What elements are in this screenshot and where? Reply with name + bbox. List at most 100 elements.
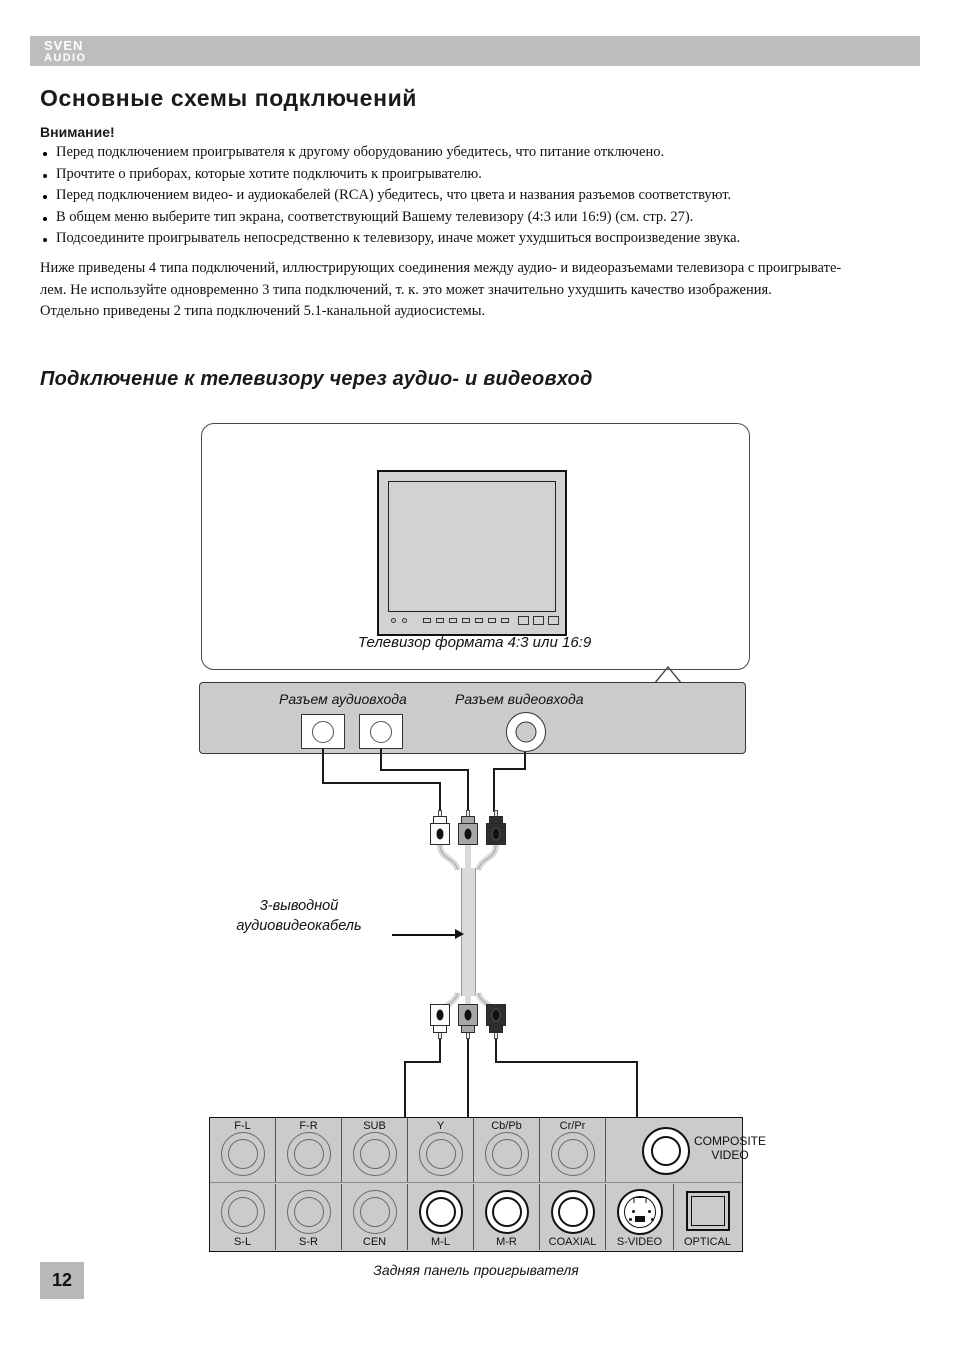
list-item: В общем меню выберите тип экрана, соотве… [40, 207, 920, 229]
rear-jack-optical [685, 1191, 730, 1231]
rear-jack-crpr [550, 1132, 595, 1176]
jack-inner-ring [651, 1136, 681, 1166]
rear-jack-cell-y: Y [408, 1118, 474, 1182]
rear-jack-cell-optical: OPTICAL [674, 1184, 741, 1250]
jack-inner-ring [491, 1197, 522, 1227]
wire-ml-v1 [439, 1039, 442, 1063]
plug-body [486, 823, 506, 845]
plug-body [458, 1004, 478, 1026]
rear-jack-label: COAXIAL [548, 1236, 597, 1248]
wire-video-v2 [493, 768, 496, 812]
wire-ml-h1 [404, 1061, 441, 1064]
tv-button [488, 618, 496, 623]
tv-indicator-dot [391, 618, 396, 623]
rear-jack-cell-sub: SUB [342, 1118, 408, 1182]
tv-button [436, 618, 444, 623]
plug-grip [489, 1025, 503, 1033]
rear-jack-label: SUB [363, 1120, 386, 1132]
list-item: Перед подключением проигрывателя к друго… [40, 142, 920, 164]
rear-jack-label: F-L [234, 1120, 251, 1132]
tv-button-large [518, 616, 529, 625]
svideo-key [634, 1216, 645, 1222]
plug-grip [461, 1025, 475, 1033]
rear-jack-cell-ml: M-L [408, 1184, 474, 1250]
rca-plug-black-top [486, 810, 506, 846]
rear-jack-cell-fr: F-R [276, 1118, 342, 1182]
player-rear-panel: F-L F-R SUB Y Cb/Pb Cr/Pr COMPOSITE VIDE… [209, 1117, 766, 1252]
section-heading: Подключение к телевизору через аудио- и … [40, 368, 593, 390]
composite-video-label: COMPOSITE VIDEO [694, 1134, 766, 1162]
tv-caption: Телевизор формата 4:3 или 16:9 [357, 634, 592, 651]
video-input-label: Разъем видеовхода [455, 691, 584, 707]
wire-audio-left-v1 [322, 749, 325, 784]
svideo-notch [633, 1197, 646, 1203]
wire-audio-left-v2 [439, 782, 442, 812]
rear-jack-cell-crpr: Cr/Pr [540, 1118, 606, 1182]
logo-line-1: SVEN [44, 38, 84, 53]
rear-jack-label: CEN [362, 1236, 387, 1248]
rear-jack-cell-mr: M-R [474, 1184, 540, 1250]
rear-jack-sr [286, 1190, 331, 1234]
rear-jack-cell-cen: CEN [342, 1184, 408, 1250]
plug-body [486, 1004, 506, 1026]
rear-jack-cell-composite: COMPOSITE VIDEO [606, 1118, 766, 1182]
header-bar [30, 36, 920, 66]
rear-jack-cell-coaxial: COAXIAL [540, 1184, 606, 1250]
svideo-pin [650, 1218, 654, 1222]
tv-audio-jack-right [359, 714, 403, 749]
rca-plug-black-bottom [486, 1003, 506, 1039]
wire-audio-right-v2 [467, 769, 470, 812]
warning-list: Перед подключением проигрывателя к друго… [40, 142, 920, 250]
rear-jack-label: S-VIDEO [616, 1236, 663, 1248]
rear-jack-coaxial [550, 1190, 595, 1234]
composite-label-line-2: VIDEO [711, 1148, 749, 1162]
jack-inner-ring [293, 1139, 324, 1169]
tv-control-strip [388, 612, 559, 630]
tv-button [501, 618, 509, 623]
tv-button-large [548, 616, 559, 625]
plug-body [430, 823, 450, 845]
list-item: Прочтите о приборах, которые хотите подк… [40, 164, 920, 186]
rear-jack-label: S-L [233, 1236, 252, 1248]
page-title: Основные схемы подключений [40, 85, 418, 111]
rear-jack-label: M-L [431, 1236, 450, 1248]
rear-jack-cell-cbpb: Cb/Pb [474, 1118, 540, 1182]
callout-arrow-head [455, 929, 464, 939]
plug-pin [494, 1032, 498, 1039]
rear-jack-composite-video [642, 1127, 690, 1175]
cable-callout-label: 3-выводной аудиовидеокабель [214, 896, 384, 936]
plug-body [458, 823, 478, 845]
wire-audio-right-v1 [380, 749, 383, 771]
tv-button [449, 618, 457, 623]
logo-line-2: AUDIO [44, 52, 87, 64]
list-item: Подсоедините проигрыватель непосредствен… [40, 228, 920, 250]
television-graphic [377, 470, 567, 636]
jack-ring [312, 720, 334, 743]
tv-button-large [533, 616, 544, 625]
rear-jack-cell-svideo: S-VIDEO [606, 1184, 674, 1250]
rca-plug-white-top [430, 810, 450, 846]
jack-inner-ring [491, 1139, 522, 1169]
jack-inner-ring [227, 1197, 258, 1227]
wire-video-h [493, 768, 526, 771]
tv-button [462, 618, 470, 623]
rear-jack-cbpb [484, 1132, 529, 1176]
wire-audio-left-h [322, 782, 441, 785]
jack-inner-ring [557, 1139, 588, 1169]
audio-input-label: Разъем аудиовхода [279, 691, 407, 707]
rear-jack-label: OPTICAL [683, 1236, 732, 1248]
tv-button [475, 618, 483, 623]
tv-button [423, 618, 431, 623]
jack-inner-ring [359, 1139, 390, 1169]
page-number: 12 [51, 1270, 73, 1290]
rear-jack-s-video [616, 1189, 663, 1235]
rear-jack-label: S-R [299, 1236, 318, 1248]
manual-page: SVEN AUDIO Основные схемы подключений Вн… [0, 0, 954, 1351]
rca-plug-gray-bottom [458, 1003, 478, 1039]
jack-ring [515, 721, 537, 743]
wire-audio-right-h [380, 769, 469, 772]
jack-inner-ring [557, 1197, 588, 1227]
jack-inner-ring [293, 1197, 324, 1227]
list-item: Перед подключением видео- и аудиокабелей… [40, 185, 920, 207]
rear-jack-ml [418, 1190, 463, 1234]
